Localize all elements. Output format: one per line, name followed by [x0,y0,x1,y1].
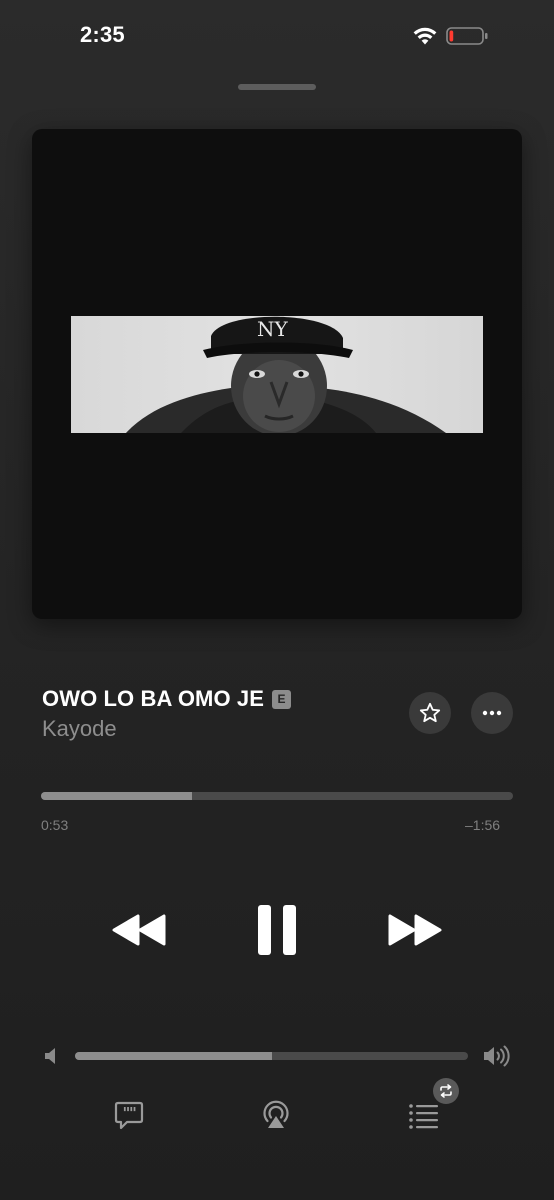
elapsed-time: 0:53 [41,817,69,833]
lyrics-icon: " " [114,1101,144,1130]
rewind-button[interactable] [110,910,168,950]
volume-level-fill [75,1052,272,1060]
artwork-photo: NY [71,316,483,433]
fast-forward-button[interactable] [386,910,444,950]
more-options-button[interactable] [471,692,513,734]
rewind-icon [112,914,166,946]
star-icon [419,702,441,723]
fast-forward-icon [388,914,442,946]
lyrics-button[interactable]: " " [113,1099,145,1131]
sheet-grabber[interactable] [238,84,316,90]
airplay-icon [263,1100,289,1128]
artwork-portrait-image: NY [71,316,483,433]
track-title-row: OWO LO BA OMO JE E [42,686,292,712]
track-title: OWO LO BA OMO JE [42,686,265,711]
queue-icon [409,1104,438,1129]
album-artwork: NY [32,129,522,619]
airplay-button[interactable] [260,1099,292,1131]
status-time: 2:35 [80,22,125,47]
favorite-button[interactable] [409,692,451,734]
repeat-icon [440,1084,452,1098]
playback-scrubber[interactable] [41,792,513,800]
artist-name[interactable]: Kayode [42,716,117,742]
pause-button[interactable] [254,903,300,957]
remaining-time: –1:56 [465,817,501,833]
repeat-badge[interactable] [433,1078,459,1104]
battery-level-fill [449,30,454,42]
explicit-badge: E [272,689,292,709]
svg-text:NY: NY [257,317,289,341]
wifi-icon [413,27,437,45]
battery-low-icon [446,27,488,45]
volume-slider[interactable] [75,1052,468,1060]
queue-button[interactable] [407,1101,441,1129]
speaker-low-icon [45,1048,55,1064]
pause-icon [258,905,296,955]
ellipsis-icon [482,710,502,716]
svg-text:": " [129,1104,137,1122]
playback-progress-fill [41,792,193,800]
speaker-high-icon [484,1045,510,1067]
